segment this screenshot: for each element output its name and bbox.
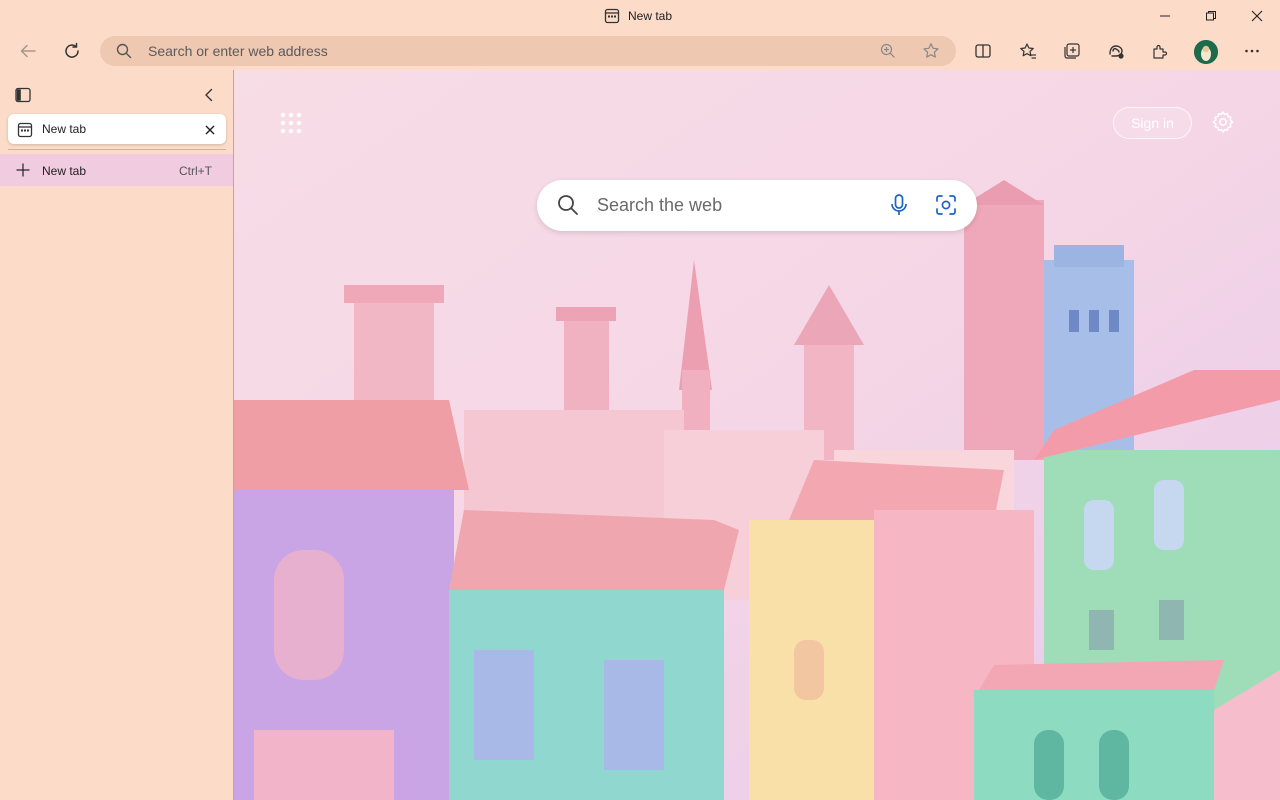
extensions-icon [1153, 44, 1168, 59]
address-bar[interactable] [100, 36, 956, 66]
add-favorite-star-icon[interactable] [922, 42, 940, 65]
profile-avatar-image [1194, 40, 1218, 64]
zoom-icon[interactable] [880, 43, 896, 64]
collections-icon [1064, 43, 1080, 59]
new-tab-shortcut: Ctrl+T [179, 164, 212, 178]
window-title: New tab [604, 7, 672, 25]
new-tab-label: New tab [42, 164, 87, 178]
extensions-button[interactable] [1144, 36, 1176, 66]
microphone-icon[interactable] [887, 193, 911, 222]
copilot-button[interactable] [1100, 36, 1132, 66]
profile-avatar[interactable] [1194, 40, 1218, 64]
more-icon [1245, 49, 1259, 53]
visual-search-camera-icon[interactable] [934, 193, 958, 222]
close-window-button[interactable] [1234, 0, 1280, 32]
web-search-input[interactable] [597, 180, 867, 231]
new-tab-page-icon [604, 8, 620, 24]
tab-title: New tab [42, 122, 87, 136]
sidebar-tab-new-tab[interactable]: New tab [8, 114, 226, 144]
more-button[interactable] [1236, 36, 1268, 66]
back-button[interactable] [12, 36, 44, 66]
minimize-button[interactable] [1142, 0, 1188, 32]
search-icon [116, 43, 132, 64]
collapse-pane-chevron-icon[interactable] [200, 86, 218, 109]
new-tab-button[interactable]: New tab Ctrl+T [0, 154, 233, 186]
apps-launcher-icon[interactable] [280, 112, 302, 139]
title-bar: New tab [0, 0, 1280, 32]
sign-in-button[interactable]: Sign in [1113, 107, 1192, 139]
address-input[interactable] [148, 36, 848, 66]
minimize-icon [1160, 15, 1170, 17]
page-settings-gear-icon[interactable] [1211, 110, 1235, 139]
refresh-icon [65, 42, 79, 58]
favorites-button[interactable] [1012, 36, 1044, 66]
close-icon [1251, 10, 1263, 22]
search-icon [557, 194, 579, 221]
refresh-button[interactable] [56, 36, 88, 66]
window-title-text: New tab [628, 9, 673, 23]
plus-icon [16, 163, 30, 182]
browser-toolbar [0, 32, 1280, 70]
split-screen-button[interactable] [967, 36, 999, 66]
web-search-box[interactable] [537, 180, 977, 231]
collections-button[interactable] [1056, 36, 1088, 66]
restore-button[interactable] [1188, 0, 1234, 32]
tab-actions-menu-icon[interactable] [14, 86, 32, 109]
vertical-tabs-pane: New tab New tab Ctrl+T [0, 70, 234, 800]
copilot-icon [1109, 45, 1124, 59]
close-tab-icon[interactable] [204, 123, 216, 141]
new-tab-page-icon [17, 122, 33, 143]
split-screen-icon [975, 44, 991, 58]
restore-icon [1206, 11, 1216, 21]
favorites-icon [1020, 43, 1036, 59]
divider [8, 149, 226, 150]
back-icon [20, 44, 36, 58]
new-tab-page: Sign in [234, 70, 1280, 800]
